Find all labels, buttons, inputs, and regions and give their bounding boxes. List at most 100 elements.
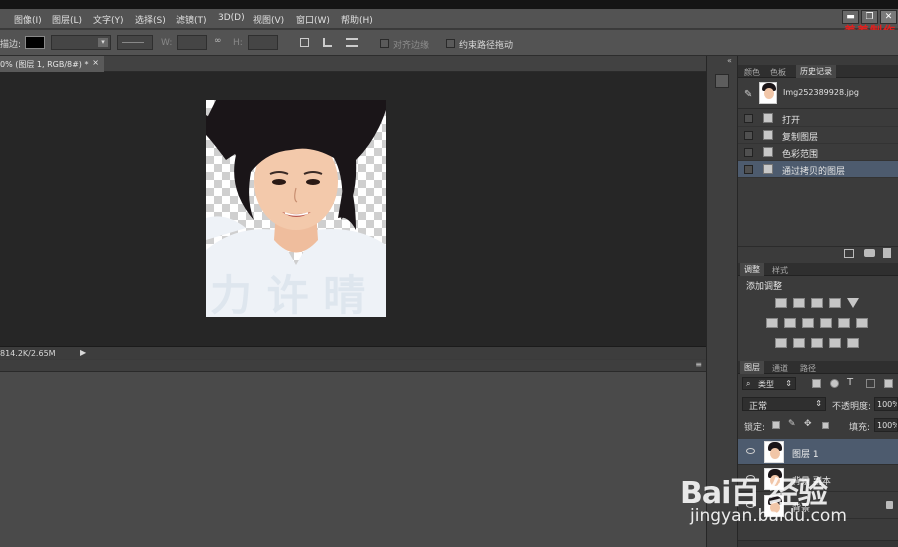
add-adjustment-title: 添加调整 [746,282,783,292]
tab-adjustments[interactable]: 调整 [740,263,764,276]
stroke-type-field[interactable] [117,35,153,50]
panel-menu-icon[interactable]: ≡ [695,360,702,369]
height-label: H: [233,38,243,48]
tab-color[interactable]: 颜色 [744,67,760,78]
history-snapshot-row[interactable]: ✎ Img252389928.jpg [738,79,898,109]
blend-mode-select[interactable]: 正常 ⇕ [742,397,826,412]
lock-all-icon[interactable] [822,422,829,429]
new-document-from-state-icon[interactable] [844,249,854,258]
align-edges-checkbox[interactable] [380,39,389,48]
status-bar: 814.2K/2.65M ▶ [0,346,706,359]
history-brush-icon: ✎ [744,89,753,100]
color-lookup-icon[interactable] [856,318,868,328]
menu-view[interactable]: 视图(V) [253,13,284,26]
filter-smart-object-icon[interactable] [884,379,893,388]
history-checkbox[interactable] [744,165,753,174]
stroke-color-swatch[interactable] [25,36,45,49]
levels-icon[interactable] [793,298,805,308]
collapse-arrows-icon[interactable]: « [727,56,732,65]
menu-window[interactable]: 窗口(W) [296,13,330,26]
history-checkbox[interactable] [744,131,753,140]
fill-label: 填充: [849,423,871,433]
path-operations-icon[interactable] [300,38,309,47]
blend-mode-value: 正常 [749,402,768,412]
exposure-icon[interactable] [829,298,841,308]
photo-filter-icon[interactable] [820,318,832,328]
tab-layers[interactable]: 图层 [740,361,764,374]
gradient-map-icon[interactable] [829,338,841,348]
posterize-icon[interactable] [793,338,805,348]
black-white-icon[interactable] [802,318,814,328]
history-item-selected[interactable]: 通过拷贝的图层 [738,161,898,178]
photo-canvas[interactable]: 力 许 晴 [206,100,386,317]
layer-filter-icons: T [812,377,896,389]
lock-transparent-icon[interactable] [772,421,780,429]
width-input[interactable] [177,35,207,50]
tab-swatches[interactable]: 色板 [770,67,786,78]
menu-select[interactable]: 选择(S) [135,13,166,26]
document-tab[interactable]: 0% (图层 1, RGB/8#) * × [0,56,104,72]
fill-input[interactable]: 100% [874,418,898,432]
document-icon [763,147,773,157]
snapshot-thumbnail [759,82,777,104]
filter-shape-icon[interactable] [866,379,875,388]
vibrance-icon[interactable] [847,298,859,308]
invert-icon[interactable] [775,338,787,348]
tab-styles[interactable]: 样式 [772,265,788,276]
history-item-label: 色彩范围 [782,150,819,160]
tab-paths[interactable]: 路径 [800,363,816,374]
link-icon[interactable]: ∞ [214,36,222,46]
menu-3d[interactable]: 3D(D) [218,13,245,23]
constrain-path-checkbox[interactable] [446,39,455,48]
height-input[interactable] [248,35,278,50]
tab-history[interactable]: 历史记录 [796,65,836,78]
path-arrange-icon[interactable] [346,38,358,47]
history-checkbox[interactable] [744,148,753,157]
eye-icon[interactable] [746,448,755,454]
history-item[interactable]: 打开 [738,110,898,127]
layer-filter-select[interactable]: ⌕ 类型 ⇕ [742,377,796,390]
filter-type-icon[interactable]: T [847,377,853,388]
document-tab-label: 0% (图层 1, RGB/8#) * [0,60,89,69]
opacity-input[interactable]: 100% [874,397,898,411]
layer-name: 图层 1 [792,450,819,460]
curves-icon[interactable] [811,298,823,308]
history-item[interactable]: 复制图层 [738,127,898,144]
stroke-label: 描边: [0,40,22,50]
lock-position-icon[interactable]: ✥ [804,419,812,429]
channel-mixer-icon[interactable] [838,318,850,328]
brightness-icon[interactable] [775,298,787,308]
status-menu-arrow-icon[interactable]: ▶ [80,348,86,357]
doc-size-status: 814.2K/2.65M [0,349,56,358]
selective-color-icon[interactable] [847,338,859,348]
menu-image[interactable]: 图像(I) [14,13,42,26]
threshold-icon[interactable] [811,338,823,348]
history-item-label: 复制图层 [782,133,819,143]
filter-adjustment-icon[interactable] [830,379,839,388]
baidu-url-watermark: jingyan.baidu.com [690,506,847,526]
filter-pixel-icon[interactable] [812,379,821,388]
history-panel-icon[interactable] [715,74,729,88]
history-checkbox[interactable] [744,114,753,123]
menu-filter[interactable]: 滤镜(T) [176,13,207,26]
chevron-down-icon: ▾ [98,38,108,47]
close-tab-icon[interactable]: × [92,58,99,67]
menu-layer[interactable]: 图层(L) [52,13,82,26]
trash-icon[interactable] [883,248,891,258]
top-strip [0,0,898,9]
stroke-line-preview [122,42,144,43]
tab-channels[interactable]: 通道 [772,363,788,374]
menu-bar: 图像(I) 图层(L) 文字(Y) 选择(S) 滤镜(T) 3D(D) 视图(V… [0,9,898,29]
layer-row-selected[interactable]: 图层 1 [738,439,898,465]
menu-help[interactable]: 帮助(H) [341,13,373,26]
lock-pixels-icon[interactable]: ✎ [788,419,796,429]
stroke-width-field[interactable]: ▾ [51,35,111,50]
color-balance-icon[interactable] [784,318,796,328]
hue-saturation-icon[interactable] [766,318,778,328]
path-alignment-icon[interactable] [323,38,332,47]
constrain-path-label: 约束路径拖动 [459,41,514,51]
layer-filter-value: 类型 [758,380,774,389]
menu-type[interactable]: 文字(Y) [93,13,124,26]
camera-icon[interactable] [864,249,875,257]
history-item[interactable]: 色彩范围 [738,144,898,161]
